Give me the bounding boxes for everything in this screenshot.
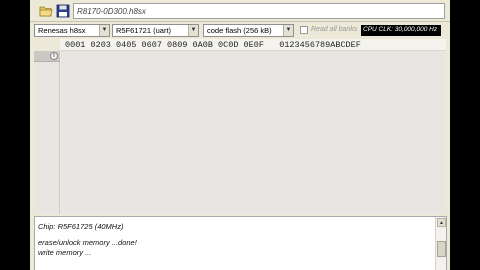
chevron-down-icon[interactable]: ▼ bbox=[188, 25, 198, 36]
folder-icon[interactable] bbox=[39, 4, 53, 18]
address-gutter: i bbox=[34, 51, 60, 214]
interface-select-value: R5F61721 (uart) bbox=[116, 26, 172, 35]
interface-select[interactable]: R5F61721 (uart) ▼ bbox=[112, 24, 199, 37]
chevron-down-icon[interactable]: ▼ bbox=[283, 25, 293, 36]
options-bar: Renesas h8sx ▼ R5F61721 (uart) ▼ code fl… bbox=[30, 23, 450, 38]
scroll-up-icon[interactable]: ▲ bbox=[437, 218, 446, 227]
file-path-field[interactable]: R8170-0D300.h8sx bbox=[73, 3, 445, 19]
read-all-banks-label: Read all banks bbox=[311, 26, 358, 33]
hex-column-header: 0001 0203 0405 0607 0809 0A0B 0C0D 0E0F … bbox=[60, 39, 446, 51]
selected-row-marker[interactable]: i bbox=[34, 51, 60, 62]
flasher-window: R8170-0D300.h8sx Renesas h8sx ▼ R5F61721… bbox=[30, 0, 450, 270]
log-pane: Chip: R5F61725 (40MHz) erase/unlock memo… bbox=[34, 216, 447, 270]
memory-region-select[interactable]: code flash (256 kB) ▼ bbox=[203, 24, 294, 37]
vendor-select[interactable]: Renesas h8sx ▼ bbox=[34, 24, 110, 37]
vendor-select-value: Renesas h8sx bbox=[38, 26, 86, 35]
scrollbar-thumb[interactable] bbox=[437, 241, 446, 257]
log-line: write memory ... bbox=[38, 248, 92, 257]
read-all-banks-checkbox[interactable] bbox=[300, 26, 308, 34]
log-line: erase/unlock memory ...done! bbox=[38, 238, 137, 247]
memory-region-select-value: code flash (256 kB) bbox=[207, 26, 272, 35]
info-icon: i bbox=[50, 52, 58, 60]
toolbar: R8170-0D300.h8sx bbox=[30, 0, 450, 22]
cpu-clock-field[interactable]: CPU CLK: 30,000,000 Hz bbox=[361, 25, 441, 36]
floppy-disk-icon[interactable] bbox=[56, 4, 70, 18]
log-scrollbar[interactable]: ▲ bbox=[435, 217, 446, 270]
chevron-down-icon[interactable]: ▼ bbox=[99, 25, 109, 36]
log-line: Chip: R5F61725 (40MHz) bbox=[38, 222, 124, 231]
hex-data-area[interactable] bbox=[61, 51, 446, 214]
